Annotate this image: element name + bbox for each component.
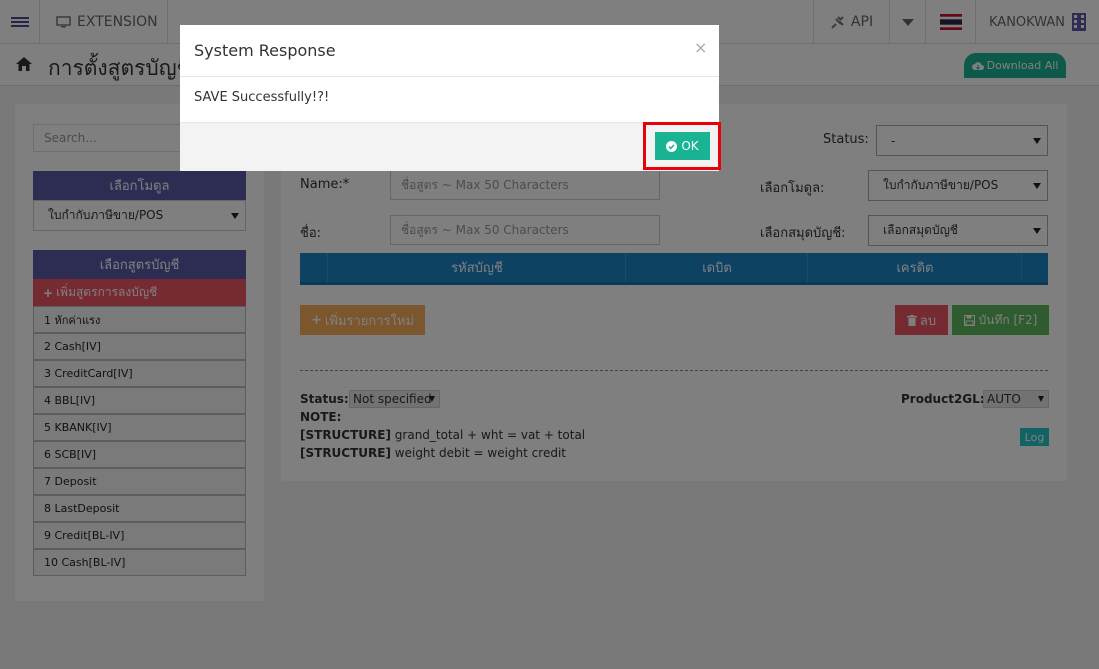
modal-footer xyxy=(180,122,719,171)
system-response-modal: System Response × SAVE Successfully!?! xyxy=(180,25,719,171)
modal-message: SAVE Successfully!?! xyxy=(194,90,330,105)
ok-button[interactable]: OK xyxy=(655,132,710,160)
close-icon[interactable]: × xyxy=(694,38,707,57)
check-circle-icon xyxy=(666,140,678,152)
ok-label: OK xyxy=(681,139,699,153)
modal-title: System Response xyxy=(194,41,336,60)
